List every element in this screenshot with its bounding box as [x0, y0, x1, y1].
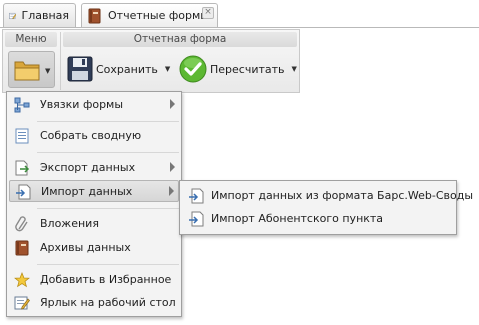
menu-separator [37, 121, 179, 122]
archive-icon [15, 240, 29, 256]
main-dropdown-menu: Увязки формы Собрать сводную Экспорт дан… [6, 91, 182, 317]
menu-item-label: Добавить в Избранное [40, 273, 172, 286]
menu-item-label: Ярлык на рабочий стол [40, 296, 176, 309]
menu-item-export-data[interactable]: Экспорт данных [9, 157, 179, 179]
save-button-label: Сохранить [96, 62, 158, 76]
floppy-disk-icon [67, 56, 93, 82]
import-submenu: Импорт данных из формата Барс.Web-Своды … [179, 180, 473, 235]
ribbon-group-separator [60, 32, 61, 90]
tab-home-label: Главная [21, 9, 69, 22]
menu-item-data-archives[interactable]: Архивы данных [9, 237, 179, 259]
book-icon [88, 8, 101, 23]
report-form-group-title: Отчетная форма [63, 32, 297, 47]
tab-strip-divider [0, 27, 479, 28]
menu-item-desktop-shortcut[interactable]: Ярлык на рабочий стол [9, 292, 179, 314]
submenu-item-import-bars-web[interactable]: Импорт данных из формата Барс.Web-Своды [183, 185, 473, 207]
chevron-down-icon: ▼ [164, 65, 171, 73]
star-icon [14, 272, 30, 288]
menu-item-label: Импорт данных [41, 185, 133, 198]
links-icon [14, 97, 30, 113]
shortcut-icon [14, 296, 30, 310]
menu-item-label: Собрать сводную [40, 129, 142, 142]
menu-item-label: Вложения [40, 217, 99, 230]
submenu-item-import-subscriber[interactable]: Импорт Абонентского пункта [183, 208, 453, 230]
tab-home[interactable]: Главная [3, 3, 76, 27]
menu-item-add-to-favorites[interactable]: Добавить в Избранное [9, 269, 179, 291]
submenu-item-label: Импорт данных из формата Барс.Web-Своды [211, 189, 474, 202]
tab-report-forms[interactable]: Отчетные формы × [81, 3, 218, 27]
submenu-item-label: Импорт Абонентского пункта [211, 212, 384, 225]
menu-separator [37, 152, 179, 153]
menu-item-label: Увязки формы [40, 98, 124, 111]
menu-separator [37, 208, 179, 209]
folder-icon [14, 61, 40, 81]
submenu-arrow-icon [170, 162, 175, 172]
submenu-arrow-icon [169, 186, 174, 196]
menu-button[interactable]: ▼ [8, 51, 55, 88]
menu-item-form-links[interactable]: Увязки формы [9, 94, 179, 116]
chevron-down-icon: ▼ [45, 67, 51, 75]
ribbon: Меню Отчетная форма ▼ Сохранить ▼ Пересч… [2, 29, 300, 93]
edit-form-icon [9, 12, 17, 19]
menu-item-attachments[interactable]: Вложения [9, 213, 179, 235]
tab-report-forms-label: Отчетные формы [108, 9, 209, 22]
recalculate-button[interactable]: Пересчитать ▼ [179, 54, 297, 84]
import-icon [16, 184, 31, 200]
menu-item-label: Архивы данных [40, 241, 131, 254]
recalculate-button-label: Пересчитать [210, 62, 285, 76]
menu-item-collect-summary[interactable]: Собрать сводную [9, 125, 179, 147]
close-tab-icon[interactable]: × [202, 7, 214, 19]
submenu-arrow-icon [170, 99, 175, 109]
import-icon [189, 188, 204, 204]
menu-item-import-data[interactable]: Импорт данных [9, 180, 179, 202]
export-icon [15, 160, 30, 176]
checkmark-circle-icon [179, 55, 207, 83]
paperclip-icon [15, 216, 28, 232]
summary-icon [15, 128, 29, 144]
tab-strip: Главная Отчетные формы × [0, 0, 479, 30]
menu-group-title: Меню [5, 32, 57, 47]
save-button[interactable]: Сохранить ▼ [67, 54, 170, 84]
chevron-down-icon: ▼ [291, 65, 297, 73]
menu-separator [37, 264, 179, 265]
menu-item-label: Экспорт данных [40, 161, 136, 174]
import-icon [189, 211, 204, 227]
